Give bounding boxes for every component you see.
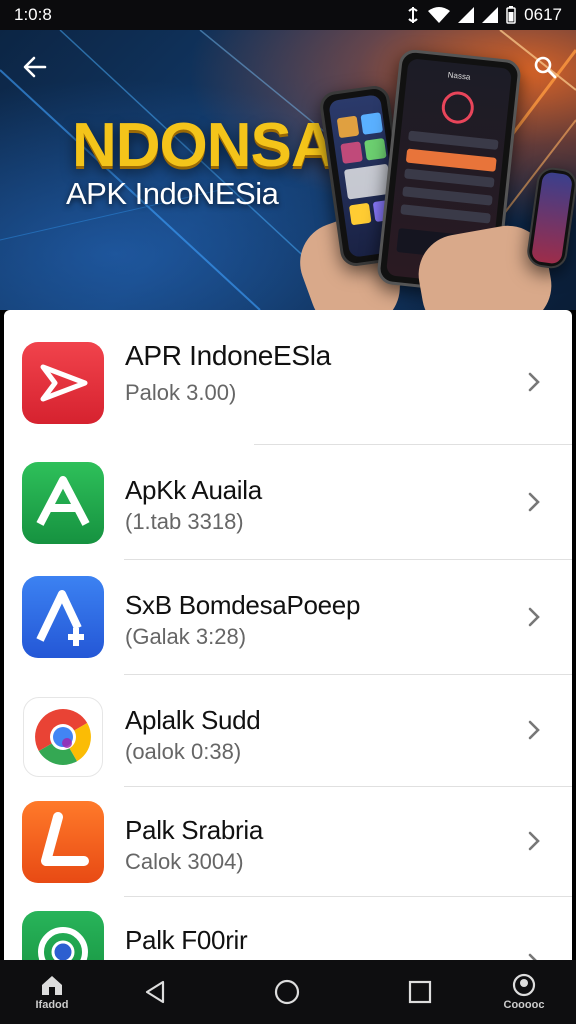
chevron-right-icon (528, 492, 540, 512)
app-title: ApKk Auaila (125, 475, 262, 505)
home-circle-icon (274, 979, 300, 1005)
app-subtitle: Calok 3004) (125, 849, 244, 874)
chevron-right-icon (528, 372, 540, 392)
status-bar: 1:0:8 0617 (0, 0, 576, 30)
nav-back-button[interactable] (130, 960, 180, 1024)
red-arrow-icon (22, 342, 104, 424)
chevron-right-icon (528, 953, 537, 960)
profile-icon (512, 973, 536, 997)
nav-recents-button[interactable] (395, 960, 445, 1024)
app-subtitle: (Galak 3:28) (125, 624, 247, 649)
green-camera-icon (22, 911, 104, 960)
chevron-right-icon (528, 831, 540, 851)
battery-text: 0617 (524, 5, 562, 24)
nav-home-label: Ifadod (35, 999, 69, 1011)
list-item[interactable]: Palk Srabria Calok 3004) (4, 787, 572, 897)
nav-home-button[interactable] (262, 960, 312, 1024)
status-icons: 0617 (406, 5, 562, 25)
hero-subtitle: APK IndoNESia (66, 176, 279, 211)
chrome-icon (23, 697, 103, 777)
app-subtitle: (oalok 0:38) (125, 739, 242, 764)
list-item[interactable]: Palk F00rir (4, 897, 572, 960)
nav-profile-label: Cooooc (503, 999, 545, 1011)
chevron-right-icon (528, 607, 540, 627)
navigation-bar: Ifadod Cooooc (0, 960, 576, 1024)
battery-icon (506, 6, 516, 24)
signal-icon (458, 7, 475, 23)
back-triangle-icon (145, 980, 165, 1004)
app-subtitle: Palok 3.00) (125, 380, 237, 405)
status-time: 1:0:8 (14, 5, 52, 24)
app-title: Palk F00rir (125, 925, 248, 955)
app-title: Aplalk Sudd (125, 705, 261, 735)
list-item[interactable]: SxB BomdesaPoeep (Galak 3:28) (4, 560, 572, 674)
chevron-right-icon (528, 720, 540, 740)
list-item[interactable]: APR IndoneESla Palok 3.00) (4, 310, 572, 445)
hero-title: NDONSA (72, 111, 336, 180)
app-list: APR IndoneESla Palok 3.00) ApKk Auaila (… (4, 310, 572, 960)
blue-a-plus-icon (22, 576, 104, 658)
orange-l-icon (22, 801, 104, 883)
app-title: Palk Srabria (125, 815, 264, 845)
phone-screen-title: Nassa (447, 70, 471, 82)
signal-icon-2 (482, 7, 499, 23)
hero-banner: NDONSA APK IndoNESia Nassa (0, 30, 576, 310)
search-button[interactable] (528, 50, 562, 84)
house-icon (42, 976, 62, 995)
nav-profile-tab[interactable]: Cooooc (494, 960, 554, 1024)
app-subtitle: (1.tab 3318) (125, 509, 244, 534)
list-item[interactable]: ApKk Auaila (1.tab 3318) (4, 445, 572, 559)
nav-home-tab[interactable]: Ifadod (22, 960, 82, 1024)
green-a-icon (22, 462, 104, 544)
arrow-left-icon (23, 56, 47, 78)
data-saver-icon (408, 7, 418, 23)
search-icon (534, 56, 557, 79)
app-title: SxB BomdesaPoeep (125, 590, 361, 620)
recents-square-icon (408, 980, 432, 1004)
back-button[interactable] (18, 50, 52, 84)
app-title: APR IndoneESla (125, 340, 331, 371)
list-item[interactable]: Aplalk Sudd (oalok 0:38) (4, 675, 572, 787)
wifi-icon (428, 7, 451, 23)
